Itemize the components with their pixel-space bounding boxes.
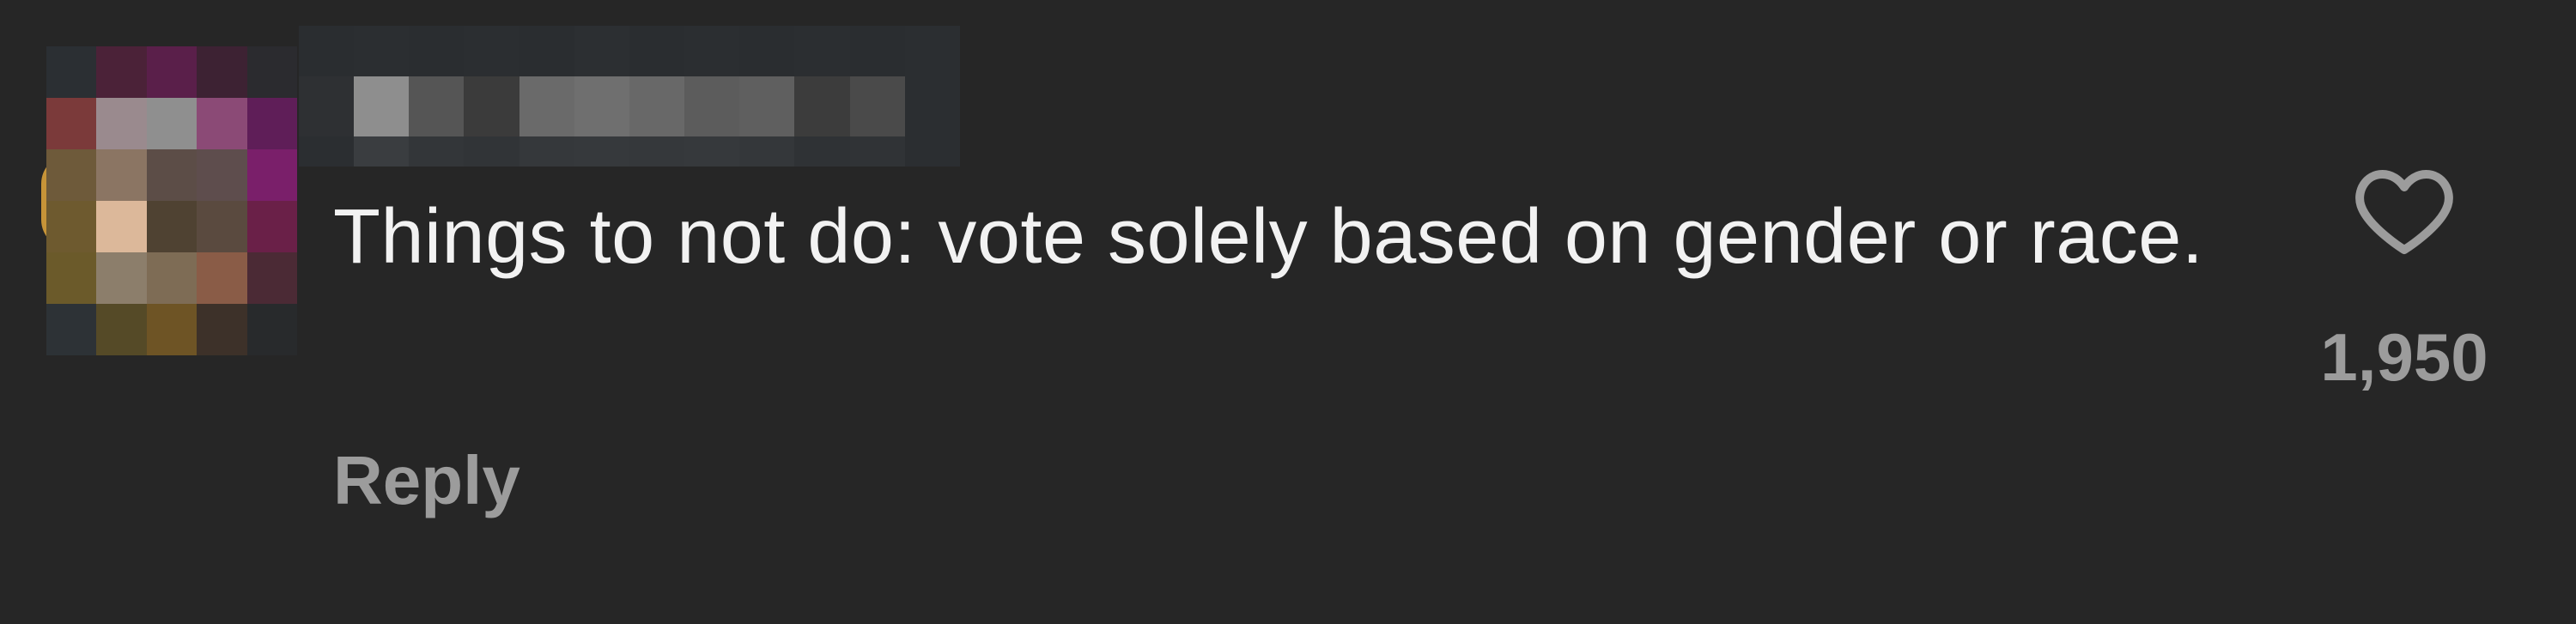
reply-button[interactable]: Reply <box>333 438 520 524</box>
like-count: 1,950 <box>2320 319 2488 395</box>
comment-text: Things to not do: vote solely based on g… <box>333 194 2204 280</box>
like-button[interactable] <box>2353 163 2456 257</box>
avatar[interactable] <box>46 46 297 355</box>
comment-item: Things to not do: vote solely based on g… <box>0 0 2576 624</box>
username-pixelated[interactable] <box>299 26 960 167</box>
heart-outline-icon <box>2353 163 2456 257</box>
